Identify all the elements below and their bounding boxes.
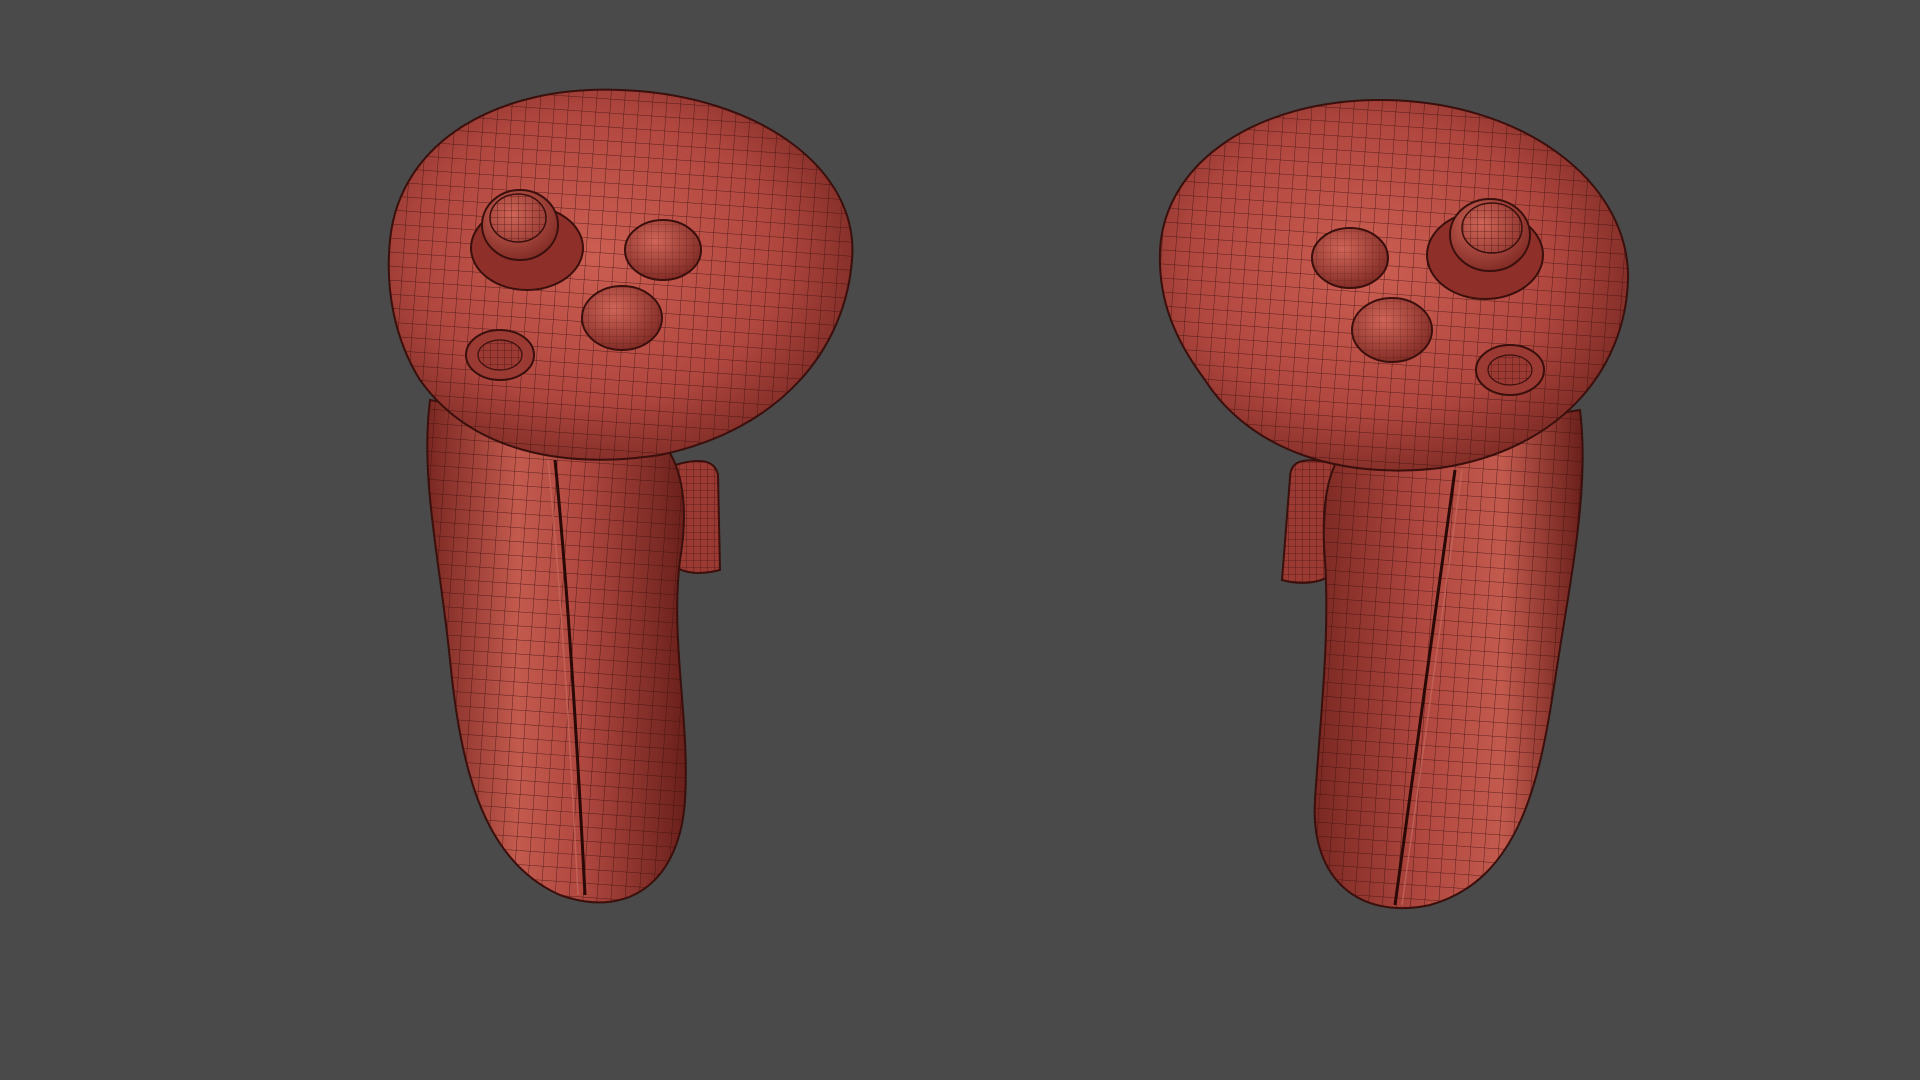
right-vr-controller[interactable]	[1158, 98, 1630, 910]
viewport-canvas	[387, 88, 1630, 910]
right-grip	[1313, 408, 1584, 910]
right-button-a[interactable]	[1351, 297, 1433, 363]
right-button-b[interactable]	[1311, 227, 1389, 289]
3d-viewport[interactable]	[0, 0, 1920, 1080]
left-face-plate	[387, 88, 854, 461]
left-menu-button[interactable]	[465, 329, 535, 381]
right-face-plate	[1158, 98, 1630, 472]
right-oculus-button[interactable]	[1475, 344, 1545, 396]
left-grip	[426, 398, 687, 904]
left-button-y[interactable]	[624, 219, 702, 281]
left-button-x[interactable]	[581, 285, 663, 351]
left-vr-controller[interactable]	[387, 88, 854, 904]
